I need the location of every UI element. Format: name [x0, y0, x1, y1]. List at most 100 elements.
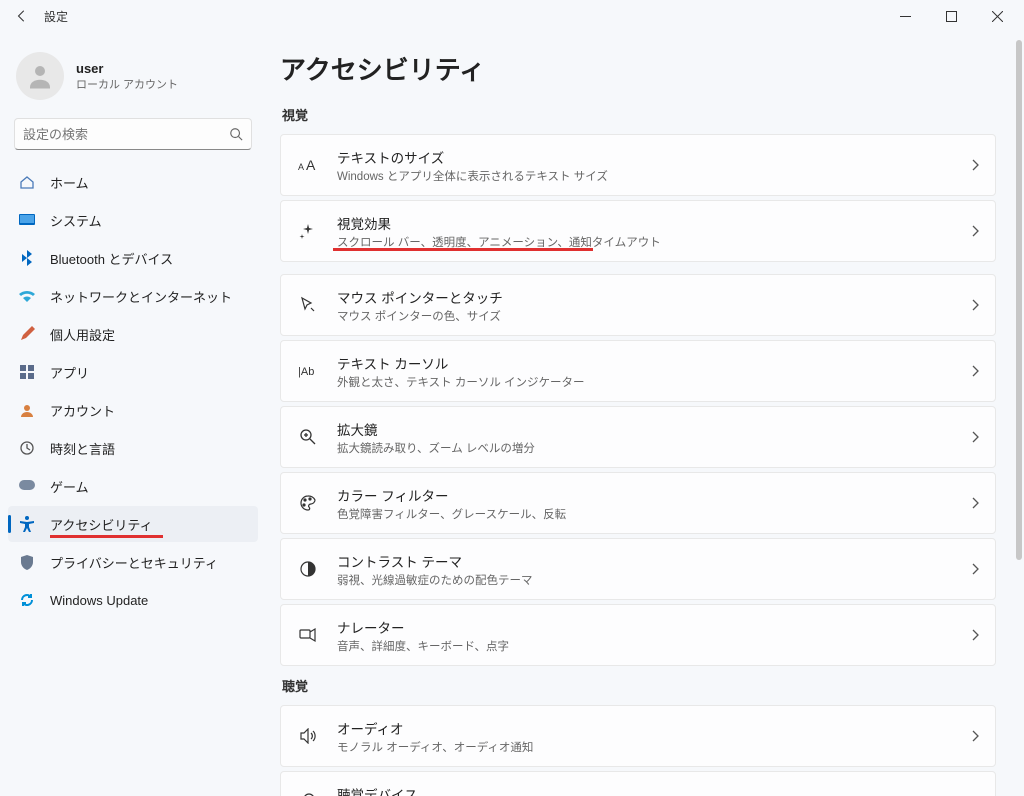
card-audio[interactable]: オーディオ モノラル オーディオ、オーディオ通知 — [280, 705, 996, 767]
card-title: カラー フィルター — [337, 485, 971, 505]
search-input[interactable] — [14, 118, 252, 150]
magnifier-icon — [297, 426, 319, 448]
card-title: オーディオ — [337, 718, 971, 738]
card-desc: 弱視、光線過敏症のための配色テーマ — [337, 572, 971, 588]
nav-apps[interactable]: アプリ — [8, 354, 258, 390]
back-button[interactable] — [4, 0, 40, 32]
gaming-icon — [18, 477, 36, 495]
update-icon — [18, 591, 36, 609]
chevron-right-icon — [971, 629, 979, 641]
card-title: テキスト カーソル — [337, 353, 971, 373]
nav-windows-update[interactable]: Windows Update — [8, 582, 258, 618]
chevron-right-icon — [971, 497, 979, 509]
nav-time-language[interactable]: 時刻と言語 — [8, 430, 258, 466]
system-icon — [18, 211, 36, 229]
card-title: ナレーター — [337, 617, 971, 637]
page-title: アクセシビリティ — [280, 50, 996, 87]
card-desc: モノラル オーディオ、オーディオ通知 — [337, 739, 971, 755]
card-mouse-pointer[interactable]: マウス ポインターとタッチ マウス ポインターの色、サイズ — [280, 274, 996, 336]
nav-label: アプリ — [50, 363, 89, 382]
titlebar: 設定 — [0, 0, 1024, 32]
text-cursor-icon: |Ab — [297, 360, 319, 382]
card-desc: 色覚障害フィルター、グレースケール、反転 — [337, 506, 971, 522]
search-field[interactable] — [23, 127, 229, 142]
text-size-icon: AA — [297, 154, 319, 176]
card-magnifier[interactable]: 拡大鏡 拡大鏡読み取り、ズーム レベルの増分 — [280, 406, 996, 468]
chevron-right-icon — [971, 159, 979, 171]
minimize-button[interactable] — [882, 0, 928, 32]
card-text-cursor[interactable]: |Ab テキスト カーソル 外観と太さ、テキスト カーソル インジケーター — [280, 340, 996, 402]
card-title: 聴覚デバイス — [337, 784, 971, 796]
chevron-right-icon — [971, 431, 979, 443]
nav-label: ホーム — [50, 173, 89, 192]
speaker-icon — [297, 725, 319, 747]
cursor-icon — [297, 294, 319, 316]
profile-block[interactable]: user ローカル アカウント — [8, 44, 258, 116]
nav-label: 時刻と言語 — [50, 439, 115, 458]
card-contrast-themes[interactable]: コントラスト テーマ 弱視、光線過敏症のための配色テーマ — [280, 538, 996, 600]
avatar — [16, 52, 64, 100]
card-visual-effects[interactable]: 視覚効果 スクロール バー、透明度、アニメーション、通知タイムアウト — [280, 200, 996, 262]
search-icon — [229, 127, 243, 141]
maximize-button[interactable] — [928, 0, 974, 32]
nav-gaming[interactable]: ゲーム — [8, 468, 258, 504]
card-desc: 外観と太さ、テキスト カーソル インジケーター — [337, 374, 971, 390]
nav-label: Windows Update — [50, 593, 148, 608]
main-content: アクセシビリティ 視覚 AA テキストのサイズ Windows とアプリ全体に表… — [270, 32, 1024, 796]
card-desc: マウス ポインターの色、サイズ — [337, 308, 971, 324]
nav-label: 個人用設定 — [50, 325, 115, 344]
nav-label: プライバシーとセキュリティ — [50, 553, 218, 572]
nav-personalization[interactable]: 個人用設定 — [8, 316, 258, 352]
section-vision: 視覚 — [282, 105, 994, 124]
sidebar: user ローカル アカウント ホーム システム — [0, 32, 270, 796]
card-title: 拡大鏡 — [337, 419, 971, 439]
card-hearing-devices[interactable]: 聴覚デバイス プリセット、環境サウンド コントロール、オーディオ ルーティング — [280, 771, 996, 796]
nav-bluetooth[interactable]: Bluetooth とデバイス — [8, 240, 258, 276]
annotation-redline — [333, 248, 593, 251]
chevron-right-icon — [971, 365, 979, 377]
card-desc: Windows とアプリ全体に表示されるテキスト サイズ — [337, 168, 971, 184]
annotation-redline — [50, 535, 163, 538]
nav-privacy[interactable]: プライバシーとセキュリティ — [8, 544, 258, 580]
card-desc: 音声、詳細度、キーボード、点字 — [337, 638, 971, 654]
chevron-right-icon — [971, 225, 979, 237]
brush-icon — [18, 325, 36, 343]
section-hearing: 聴覚 — [282, 676, 994, 695]
chevron-right-icon — [971, 299, 979, 311]
card-title: テキストのサイズ — [337, 147, 971, 167]
nav-network[interactable]: ネットワークとインターネット — [8, 278, 258, 314]
card-narrator[interactable]: ナレーター 音声、詳細度、キーボード、点字 — [280, 604, 996, 666]
svg-text:A: A — [306, 157, 316, 173]
nav-system[interactable]: システム — [8, 202, 258, 238]
nav-label: ネットワークとインターネット — [50, 287, 232, 306]
window-title: 設定 — [44, 8, 68, 25]
home-icon — [18, 173, 36, 191]
close-button[interactable] — [974, 0, 1020, 32]
card-desc: 拡大鏡読み取り、ズーム レベルの増分 — [337, 440, 971, 456]
account-type-label: ローカル アカウント — [76, 76, 178, 92]
sparkle-icon — [297, 220, 319, 242]
palette-icon — [297, 492, 319, 514]
bluetooth-icon — [18, 249, 36, 267]
svg-text:A: A — [298, 162, 304, 172]
nav-home[interactable]: ホーム — [8, 164, 258, 200]
nav-label: ゲーム — [50, 477, 89, 496]
account-icon — [18, 401, 36, 419]
card-text-size[interactable]: AA テキストのサイズ Windows とアプリ全体に表示されるテキスト サイズ — [280, 134, 996, 196]
nav-accounts[interactable]: アカウント — [8, 392, 258, 428]
username-label: user — [76, 61, 178, 76]
network-icon — [18, 287, 36, 305]
nav-list: ホーム システム Bluetooth とデバイス ネットワークとインターネット … — [8, 164, 258, 618]
narrator-icon — [297, 624, 319, 646]
ear-icon — [297, 791, 319, 796]
chevron-right-icon — [971, 563, 979, 575]
scrollbar[interactable] — [1016, 40, 1022, 560]
svg-text:|Ab: |Ab — [298, 366, 314, 378]
card-color-filters[interactable]: カラー フィルター 色覚障害フィルター、グレースケール、反転 — [280, 472, 996, 534]
accessibility-icon — [18, 515, 36, 533]
apps-icon — [18, 363, 36, 381]
clock-icon — [18, 439, 36, 457]
contrast-icon — [297, 558, 319, 580]
nav-accessibility[interactable]: アクセシビリティ — [8, 506, 258, 542]
chevron-right-icon — [971, 730, 979, 742]
